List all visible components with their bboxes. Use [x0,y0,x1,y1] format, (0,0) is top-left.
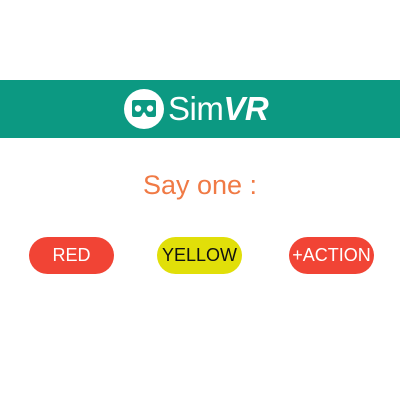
brand-prefix: Sim [168,90,224,127]
voice-prompt: Say one : [142,170,258,200]
app-logo: SimVR [124,89,269,129]
yellow-button[interactable]: YELLOW [157,237,242,274]
vr-headset-icon [124,89,164,129]
brand-name: SimVR [168,89,269,129]
red-button[interactable]: RED [29,237,114,274]
add-action-button[interactable]: +ACTION [289,237,374,274]
brand-suffix: VR [223,90,269,127]
